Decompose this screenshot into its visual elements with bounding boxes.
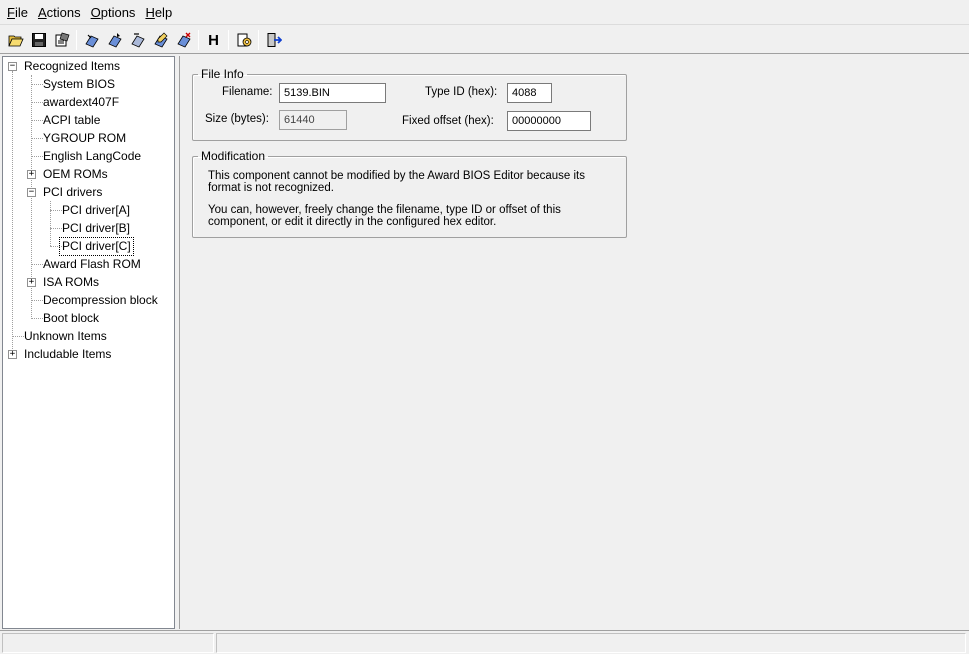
edit-button[interactable]: [149, 29, 172, 52]
status-pane-right: [216, 633, 966, 653]
component-tree[interactable]: − + − + + Recognized Items System BIOS a…: [2, 56, 175, 629]
tree-item-english-langcode[interactable]: English LangCode: [41, 148, 143, 165]
insert-icon: [84, 34, 99, 48]
extract-button[interactable]: [103, 29, 126, 52]
menu-help[interactable]: Help: [140, 3, 177, 22]
collapse-recognized-toggle[interactable]: −: [8, 62, 17, 71]
hex-edit-icon: H: [208, 31, 219, 49]
menu-options[interactable]: Options: [86, 3, 141, 22]
modification-text: This component cannot be modified by the…: [208, 170, 608, 228]
modification-line-4: component, or edit it directly in the co…: [208, 216, 497, 228]
settings-button[interactable]: [232, 29, 255, 52]
extract-icon: [107, 33, 122, 48]
toolbar: H: [0, 27, 969, 54]
tree-item-includable[interactable]: Includable Items: [22, 346, 113, 363]
tree-item-decompression-block[interactable]: Decompression block: [41, 292, 160, 309]
tree-item-award-flash-rom[interactable]: Award Flash ROM: [41, 256, 143, 273]
modification-line-1: This component cannot be modified by the…: [208, 170, 585, 182]
replace-button[interactable]: [126, 29, 149, 52]
expand-oem-toggle[interactable]: +: [27, 170, 36, 179]
properties-icon: [55, 32, 69, 47]
tree-item-recognized[interactable]: Recognized Items: [22, 58, 122, 75]
tree-line: [50, 201, 51, 246]
tree-item-ygroup[interactable]: YGROUP ROM: [41, 130, 128, 147]
replace-icon: [130, 33, 145, 48]
file-info-legend: File Info: [201, 67, 244, 81]
size-label: Size (bytes):: [205, 113, 269, 125]
modification-line-3: You can, however, freely change the file…: [208, 204, 561, 216]
toolbar-separator: [198, 30, 199, 50]
detail-pane: File Info Filename: 5139.BIN Type ID (he…: [181, 56, 969, 629]
expand-isa-toggle[interactable]: +: [27, 278, 36, 287]
hex-edit-button[interactable]: H: [202, 29, 225, 52]
tree-item-pci-driver-b[interactable]: PCI driver[B]: [60, 220, 132, 237]
type-id-input[interactable]: 4088: [507, 83, 552, 103]
tree-item-isa-roms[interactable]: ISA ROMs: [41, 274, 101, 291]
open-button[interactable]: [4, 29, 27, 52]
tree-item-pci-driver-a[interactable]: PCI driver[A]: [60, 202, 132, 219]
collapse-pci-toggle[interactable]: −: [27, 188, 36, 197]
toolbar-separator: [76, 30, 77, 50]
fixed-offset-label: Fixed offset (hex):: [402, 115, 494, 127]
tree-item-system-bios[interactable]: System BIOS: [41, 76, 117, 93]
type-id-label: Type ID (hex):: [425, 86, 498, 98]
filename-input[interactable]: 5139.BIN: [279, 83, 386, 103]
status-bar: [0, 630, 969, 654]
size-field: 61440: [279, 110, 347, 130]
filename-label: Filename:: [222, 86, 273, 98]
modification-legend: Modification: [201, 149, 266, 163]
insert-button[interactable]: [80, 29, 103, 52]
remove-icon: [176, 32, 191, 48]
open-folder-icon: [7, 35, 24, 47]
tree-item-awardext[interactable]: awardext407F: [41, 94, 121, 111]
exit-button[interactable]: [262, 29, 285, 52]
tree-item-boot-block[interactable]: Boot block: [41, 310, 101, 327]
tree-item-pci-driver-c[interactable]: PCI driver[C]: [59, 237, 134, 256]
tree-line: [12, 71, 13, 355]
edit-icon: [153, 32, 168, 48]
tree-item-pci-drivers[interactable]: PCI drivers: [41, 184, 104, 201]
save-icon: [31, 33, 46, 47]
menu-actions[interactable]: Actions: [33, 3, 86, 22]
toolbar-separator: [258, 30, 259, 50]
tree-item-unknown[interactable]: Unknown Items: [22, 328, 109, 345]
remove-button[interactable]: [172, 29, 195, 52]
toolbar-separator: [228, 30, 229, 50]
modification-line-2: format is not recognized.: [208, 182, 334, 194]
properties-button[interactable]: [50, 29, 73, 52]
expand-includable-toggle[interactable]: +: [8, 350, 17, 359]
menu-file[interactable]: File: [2, 3, 33, 22]
status-pane-left: [2, 633, 214, 653]
pane-splitter[interactable]: [176, 56, 180, 629]
tree-item-acpi[interactable]: ACPI table: [41, 112, 102, 129]
save-button[interactable]: [27, 29, 50, 52]
tree-item-oem-roms[interactable]: OEM ROMs: [41, 166, 110, 183]
settings-icon: [237, 33, 251, 47]
exit-icon: [267, 33, 282, 47]
menu-bar: File Actions Options Help: [0, 0, 969, 25]
fixed-offset-input[interactable]: 00000000: [507, 111, 591, 131]
